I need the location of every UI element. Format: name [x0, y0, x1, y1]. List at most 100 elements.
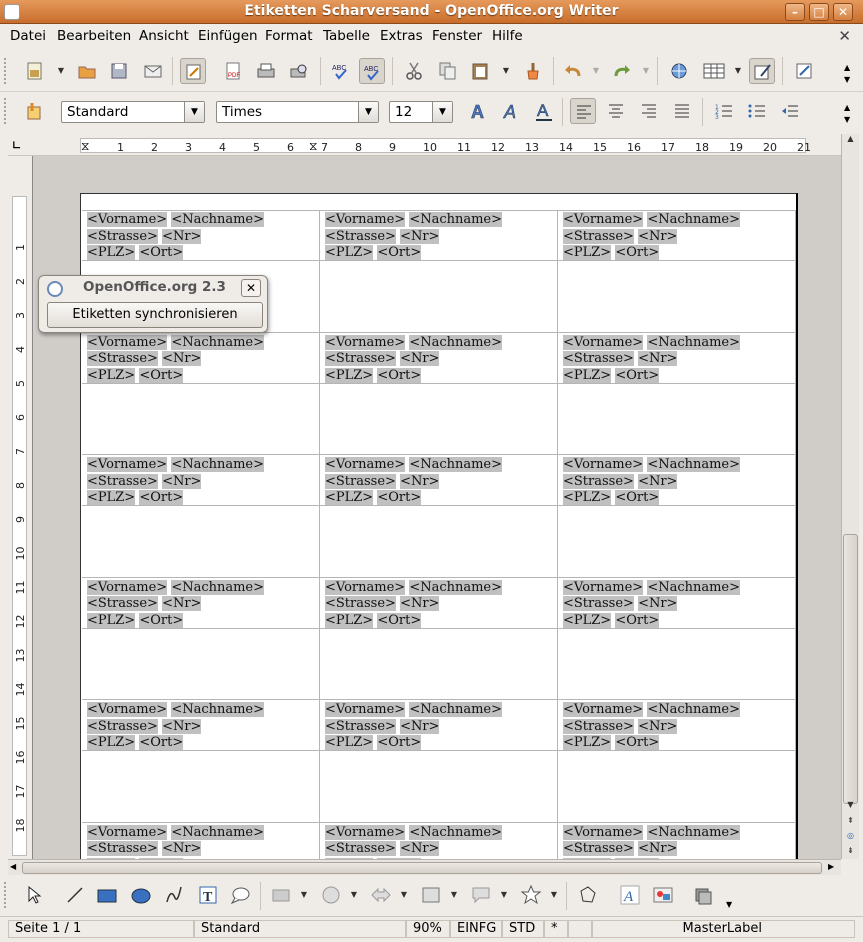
callouts-dropdown-icon[interactable]: ▼ — [500, 882, 508, 908]
label-address[interactable]: <Vorname> <Nachname><Strasse> <Nr><PLZ> … — [325, 457, 503, 507]
merge-field[interactable]: <Nr> — [162, 228, 202, 244]
merge-field[interactable]: <Strasse> — [563, 228, 634, 244]
decrease-indent-icon[interactable] — [777, 98, 803, 124]
bold-icon[interactable]: A — [465, 98, 491, 124]
toolbar-grip[interactable] — [4, 58, 8, 84]
toolbar-grip[interactable] — [4, 98, 8, 124]
scroll-right-icon[interactable]: ▶ — [828, 862, 834, 871]
cut-icon[interactable] — [401, 58, 427, 84]
clone-formatting-icon[interactable] — [520, 58, 546, 84]
scrollbar-thumb[interactable] — [22, 862, 822, 874]
merge-field[interactable]: <PLZ> — [563, 245, 612, 260]
open-folder-icon[interactable] — [74, 58, 100, 84]
vertical-scrollbar[interactable]: ▲ ▼ ⇞ ◎ ⇟ — [841, 134, 859, 859]
menu-tabelle[interactable]: Tabelle — [323, 28, 370, 44]
label-cell[interactable]: <Vorname> <Nachname><Strasse> <Nr><PLZ> … — [558, 700, 796, 823]
merge-field[interactable]: <Nachname> — [647, 824, 741, 840]
merge-field[interactable]: <Vorname> — [325, 334, 406, 350]
line-tool-icon[interactable] — [62, 882, 88, 908]
merge-field[interactable]: <Nachname> — [409, 824, 503, 840]
merge-field[interactable]: <Ort> — [615, 612, 660, 628]
callouts-icon[interactable] — [468, 882, 494, 908]
merge-field[interactable]: <Nr> — [638, 473, 678, 489]
merge-field[interactable]: <Nachname> — [409, 702, 503, 717]
merge-field[interactable]: <Nachname> — [171, 457, 265, 472]
merge-field[interactable]: <Nr> — [400, 228, 440, 244]
label-address[interactable]: <Vorname> <Nachname><Strasse> <Nr><PLZ> … — [563, 334, 741, 385]
merge-field[interactable]: <Vorname> — [325, 212, 406, 227]
label-address[interactable]: <Vorname> <Nachname><Strasse> <Nr><PLZ> … — [87, 702, 265, 752]
callout-tool-icon[interactable] — [227, 882, 253, 908]
merge-field[interactable]: <Strasse> — [87, 228, 158, 244]
label-address[interactable]: <Vorname> <Nachname><Strasse> <Nr><PLZ> … — [325, 579, 503, 630]
block-arrows-dropdown-icon[interactable]: ▼ — [400, 882, 408, 908]
autospellcheck-icon[interactable]: ABC — [359, 58, 385, 84]
merge-field[interactable]: <Vorname> — [87, 824, 168, 840]
merge-field[interactable]: <Nr> — [400, 351, 440, 366]
close-document-icon[interactable]: ✕ — [838, 27, 851, 45]
select-arrow-icon[interactable] — [22, 882, 48, 908]
label-cell[interactable]: <Vorname> <Nachname><Strasse> <Nr><PLZ> … — [320, 700, 558, 823]
merge-field[interactable]: <Strasse> — [87, 841, 158, 856]
merge-field[interactable]: <Strasse> — [87, 596, 158, 611]
merge-field[interactable]: <Nachname> — [409, 579, 503, 595]
merge-field[interactable]: <PLZ> — [325, 735, 374, 750]
label-address[interactable]: <Vorname> <Nachname><Strasse> <Nr><PLZ> … — [563, 702, 741, 752]
merge-field[interactable]: <Ort> — [377, 367, 422, 383]
label-cell[interactable]: <Vorname> <Nachname><Strasse> <Nr><PLZ> … — [82, 332, 320, 455]
merge-field[interactable]: <Ort> — [377, 612, 422, 628]
merge-field[interactable]: <Strasse> — [563, 841, 634, 856]
menu-ansicht[interactable]: Ansicht — [139, 28, 189, 44]
label-address[interactable]: <Vorname> <Nachname><Strasse> <Nr><PLZ> … — [563, 212, 741, 262]
merge-field[interactable]: <Ort> — [139, 245, 184, 260]
paste-dropdown-icon[interactable]: ▼ — [502, 58, 510, 84]
merge-field[interactable]: <Vorname> — [325, 457, 406, 472]
merge-field[interactable]: <PLZ> — [325, 490, 374, 505]
merge-field[interactable]: <Nr> — [400, 718, 440, 734]
merge-field[interactable]: <Vorname> — [87, 212, 168, 227]
merge-field[interactable]: <PLZ> — [563, 612, 612, 628]
merge-field[interactable]: <Ort> — [615, 367, 660, 383]
merge-field[interactable]: <PLZ> — [87, 245, 136, 260]
merge-field[interactable]: <Ort> — [139, 490, 184, 505]
label-cell[interactable]: <Vorname> <Nachname><Strasse> <Nr><PLZ> … — [82, 822, 320, 859]
chevron-down-icon[interactable]: ▼ — [184, 102, 204, 122]
navigation-icon[interactable]: ◎ — [843, 831, 858, 845]
merge-field[interactable]: <Nr> — [638, 596, 678, 611]
merge-field[interactable]: <Nr> — [400, 596, 440, 611]
merge-field[interactable]: <Vorname> — [325, 579, 406, 595]
merge-field[interactable]: <Strasse> — [325, 841, 396, 856]
close-window-button[interactable]: ✕ — [833, 3, 853, 21]
merge-field[interactable]: <Nachname> — [647, 334, 741, 350]
flowcharts-dropdown-icon[interactable]: ▼ — [450, 882, 458, 908]
label-cell[interactable]: <Vorname> <Nachname><Strasse> <Nr><PLZ> … — [82, 577, 320, 700]
merge-field[interactable]: <Nachname> — [171, 579, 265, 595]
merge-field[interactable]: <Nr> — [162, 841, 202, 856]
merge-field[interactable]: <Strasse> — [563, 473, 634, 489]
new-document-icon[interactable] — [22, 58, 48, 84]
merge-field[interactable]: <Nachname> — [647, 579, 741, 595]
merge-field[interactable]: <Vorname> — [87, 702, 168, 717]
basic-shapes-icon[interactable] — [268, 882, 294, 908]
merge-field[interactable]: <PLZ> — [563, 490, 612, 505]
merge-field[interactable]: <Nr> — [162, 473, 202, 489]
align-right-icon[interactable] — [636, 98, 662, 124]
toolbar-overflow-icon[interactable]: ▲ ▼ — [844, 62, 850, 86]
merge-field[interactable]: <Strasse> — [563, 718, 634, 734]
label-cell[interactable]: <Vorname> <Nachname><Strasse> <Nr><PLZ> … — [558, 332, 796, 455]
merge-field[interactable]: <Ort> — [377, 490, 422, 505]
insert-mode[interactable]: EINFG — [450, 920, 502, 938]
merge-field[interactable]: <Ort> — [377, 245, 422, 260]
chevron-down-icon[interactable]: ▼ — [432, 102, 452, 122]
merge-field[interactable]: <PLZ> — [87, 367, 136, 383]
maximize-button[interactable]: □ — [809, 3, 829, 21]
rectangle-tool-icon[interactable] — [94, 882, 120, 908]
merge-field[interactable]: <Nachname> — [171, 824, 265, 840]
label-cell[interactable]: <Vorname> <Nachname><Strasse> <Nr><PLZ> … — [558, 577, 796, 700]
italic-icon[interactable]: A — [498, 98, 524, 124]
merge-field[interactable]: <Vorname> — [325, 824, 406, 840]
label-address[interactable]: <Vorname> <Nachname><Strasse> <Nr><PLZ> … — [325, 334, 503, 385]
merge-field[interactable]: <Nachname> — [409, 457, 503, 472]
symbol-shapes-dropdown-icon[interactable]: ▼ — [350, 882, 358, 908]
flowcharts-icon[interactable] — [418, 882, 444, 908]
